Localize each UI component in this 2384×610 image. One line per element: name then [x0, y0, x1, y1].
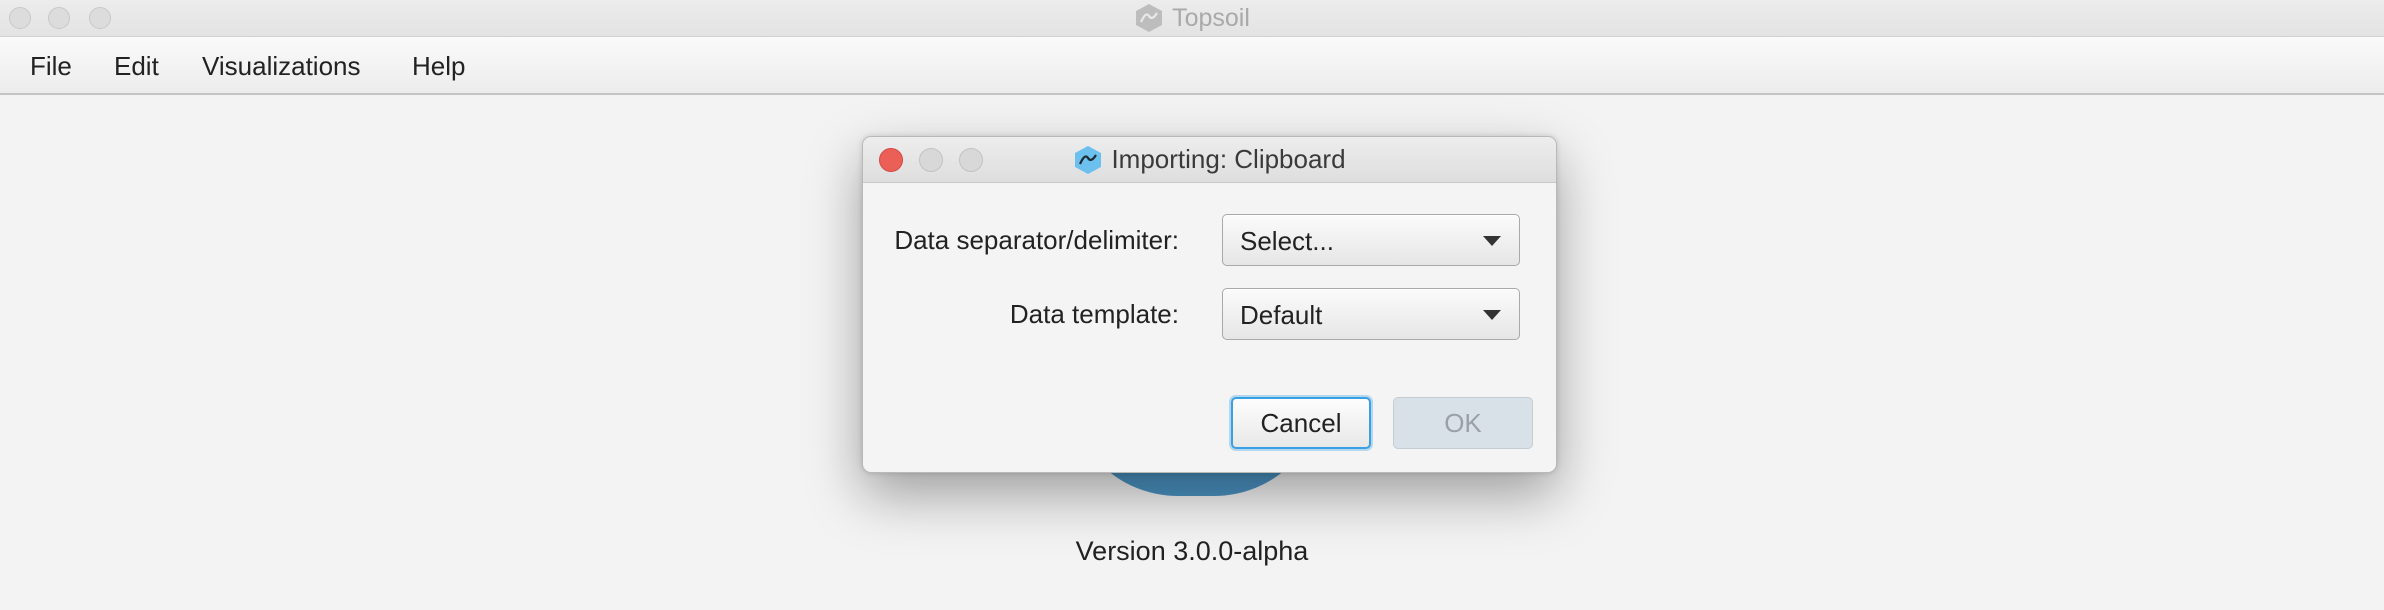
ok-button[interactable]: OK — [1393, 397, 1533, 449]
menu-edit[interactable]: Edit — [114, 51, 159, 82]
dialog-title: Importing: Clipboard — [1111, 144, 1346, 174]
window-title: Topsoil — [1172, 3, 1250, 32]
window-titlebar: Topsoil — [0, 0, 2384, 37]
template-select[interactable]: Default — [1222, 288, 1520, 340]
chevron-down-icon — [1483, 236, 1501, 246]
version-label: Version 3.0.0-alpha — [1075, 536, 1309, 566]
cancel-button[interactable]: Cancel — [1231, 397, 1371, 449]
menu-bar: File Edit Visualizations Help — [0, 37, 2384, 95]
separator-select-value: Select... — [1240, 226, 1334, 256]
menu-visualizations[interactable]: Visualizations — [202, 51, 361, 82]
template-select-value: Default — [1240, 300, 1323, 330]
separator-label: Data separator/delimiter: — [894, 225, 1179, 255]
dialog-titlebar: Importing: Clipboard — [863, 137, 1556, 183]
topsoil-hex-icon — [1136, 4, 1163, 32]
menu-help[interactable]: Help — [412, 51, 465, 82]
menu-file[interactable]: File — [30, 51, 72, 82]
import-dialog: Importing: Clipboard Data separator/deli… — [862, 136, 1557, 473]
chevron-down-icon — [1483, 310, 1501, 320]
separator-select[interactable]: Select... — [1222, 214, 1520, 266]
topsoil-hex-icon — [1075, 145, 1102, 174]
template-label: Data template: — [1009, 299, 1179, 329]
